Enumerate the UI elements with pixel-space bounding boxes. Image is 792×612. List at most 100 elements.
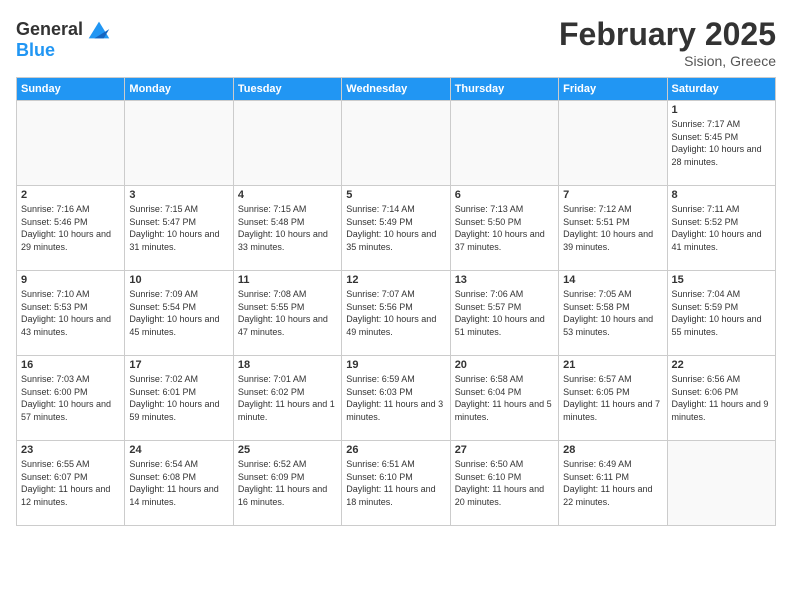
day-detail: Sunrise: 6:52 AM Sunset: 6:09 PM Dayligh… <box>238 458 337 508</box>
day-number: 5 <box>346 189 445 201</box>
day-detail: Sunrise: 6:55 AM Sunset: 6:07 PM Dayligh… <box>21 458 120 508</box>
calendar-cell: 10 Sunrise: 7:09 AM Sunset: 5:54 PM Dayli… <box>125 271 233 356</box>
calendar-cell: 15Sunrise: 7:04 AM Sunset: 5:59 PM Dayli… <box>667 271 775 356</box>
calendar-cell: 17 Sunrise: 7:02 AM Sunset: 6:01 PM Dayli… <box>125 356 233 441</box>
calendar-week-row: 2 Sunrise: 7:16 AM Sunset: 5:46 PM Daylig… <box>17 186 776 271</box>
day-number: 19 <box>346 359 445 371</box>
day-number: 8 <box>672 189 771 201</box>
logo-icon <box>85 16 113 44</box>
day-detail: Sunrise: 6:49 AM Sunset: 6:11 PM Dayligh… <box>563 458 662 508</box>
day-detail: Sunrise: 7:16 AM Sunset: 5:46 PM Dayligh… <box>21 203 120 253</box>
day-detail: Sunrise: 6:51 AM Sunset: 6:10 PM Dayligh… <box>346 458 445 508</box>
calendar: SundayMondayTuesdayWednesdayThursdayFrid… <box>16 77 776 526</box>
day-number: 3 <box>129 189 228 201</box>
day-detail: Sunrise: 7:15 AM Sunset: 5:48 PM Dayligh… <box>238 203 337 253</box>
day-detail: Sunrise: 7:17 AM Sunset: 5:45 PM Dayligh… <box>672 118 771 168</box>
calendar-cell: 23Sunrise: 6:55 AM Sunset: 6:07 PM Dayli… <box>17 441 125 526</box>
day-number: 1 <box>672 104 771 116</box>
day-detail: Sunrise: 7:02 AM Sunset: 6:01 PM Dayligh… <box>129 373 228 423</box>
calendar-cell: 11 Sunrise: 7:08 AM Sunset: 5:55 PM Dayli… <box>233 271 341 356</box>
calendar-cell: 19 Sunrise: 6:59 AM Sunset: 6:03 PM Dayli… <box>342 356 450 441</box>
calendar-cell <box>17 101 125 186</box>
calendar-cell: 2 Sunrise: 7:16 AM Sunset: 5:46 PM Daylig… <box>17 186 125 271</box>
day-detail: Sunrise: 7:08 AM Sunset: 5:55 PM Dayligh… <box>238 288 337 338</box>
calendar-cell <box>667 441 775 526</box>
column-header-friday: Friday <box>559 78 667 101</box>
calendar-cell: 26 Sunrise: 6:51 AM Sunset: 6:10 PM Dayli… <box>342 441 450 526</box>
day-number: 25 <box>238 444 337 456</box>
page-header: General Blue February 2025 Sision, Greec… <box>16 16 776 69</box>
calendar-cell: 1 Sunrise: 7:17 AM Sunset: 5:45 PM Daylig… <box>667 101 775 186</box>
calendar-cell: 21 Sunrise: 6:57 AM Sunset: 6:05 PM Dayli… <box>559 356 667 441</box>
day-number: 24 <box>129 444 228 456</box>
calendar-cell: 3 Sunrise: 7:15 AM Sunset: 5:47 PM Daylig… <box>125 186 233 271</box>
calendar-week-row: 9 Sunrise: 7:10 AM Sunset: 5:53 PM Daylig… <box>17 271 776 356</box>
calendar-cell <box>450 101 558 186</box>
calendar-cell: 24 Sunrise: 6:54 AM Sunset: 6:08 PM Dayli… <box>125 441 233 526</box>
day-detail: Sunrise: 7:01 AM Sunset: 6:02 PM Dayligh… <box>238 373 337 423</box>
day-detail: Sunrise: 7:12 AM Sunset: 5:51 PM Dayligh… <box>563 203 662 253</box>
day-number: 14 <box>563 274 662 286</box>
day-detail: Sunrise: 7:03 AM Sunset: 6:00 PM Dayligh… <box>21 373 120 423</box>
logo-text: General <box>16 20 83 40</box>
column-header-sunday: Sunday <box>17 78 125 101</box>
day-number: 17 <box>129 359 228 371</box>
column-header-thursday: Thursday <box>450 78 558 101</box>
day-detail: Sunrise: 6:56 AM Sunset: 6:06 PM Dayligh… <box>672 373 771 423</box>
day-number: 16 <box>21 359 120 371</box>
day-number: 28 <box>563 444 662 456</box>
day-number: 9 <box>21 274 120 286</box>
day-number: 20 <box>455 359 554 371</box>
calendar-cell: 9 Sunrise: 7:10 AM Sunset: 5:53 PM Daylig… <box>17 271 125 356</box>
calendar-cell: 12 Sunrise: 7:07 AM Sunset: 5:56 PM Dayli… <box>342 271 450 356</box>
calendar-cell <box>125 101 233 186</box>
day-detail: Sunrise: 7:15 AM Sunset: 5:47 PM Dayligh… <box>129 203 228 253</box>
day-detail: Sunrise: 7:09 AM Sunset: 5:54 PM Dayligh… <box>129 288 228 338</box>
day-detail: Sunrise: 7:14 AM Sunset: 5:49 PM Dayligh… <box>346 203 445 253</box>
day-number: 21 <box>563 359 662 371</box>
day-number: 6 <box>455 189 554 201</box>
day-detail: Sunrise: 6:57 AM Sunset: 6:05 PM Dayligh… <box>563 373 662 423</box>
month-title: February 2025 <box>559 16 776 53</box>
day-number: 27 <box>455 444 554 456</box>
day-number: 11 <box>238 274 337 286</box>
calendar-cell: 4 Sunrise: 7:15 AM Sunset: 5:48 PM Daylig… <box>233 186 341 271</box>
day-detail: Sunrise: 7:10 AM Sunset: 5:53 PM Dayligh… <box>21 288 120 338</box>
day-detail: Sunrise: 6:54 AM Sunset: 6:08 PM Dayligh… <box>129 458 228 508</box>
calendar-cell: 27 Sunrise: 6:50 AM Sunset: 6:10 PM Dayli… <box>450 441 558 526</box>
calendar-cell: 16 Sunrise: 7:03 AM Sunset: 6:00 PM Dayli… <box>17 356 125 441</box>
location: Sision, Greece <box>559 53 776 69</box>
column-header-monday: Monday <box>125 78 233 101</box>
calendar-cell: 25 Sunrise: 6:52 AM Sunset: 6:09 PM Dayli… <box>233 441 341 526</box>
day-number: 18 <box>238 359 337 371</box>
day-number: 15 <box>672 274 771 286</box>
column-header-tuesday: Tuesday <box>233 78 341 101</box>
day-number: 12 <box>346 274 445 286</box>
calendar-cell: 6Sunrise: 7:13 AM Sunset: 5:50 PM Daylig… <box>450 186 558 271</box>
day-detail: Sunrise: 7:05 AM Sunset: 5:58 PM Dayligh… <box>563 288 662 338</box>
day-number: 2 <box>21 189 120 201</box>
calendar-week-row: 1 Sunrise: 7:17 AM Sunset: 5:45 PM Daylig… <box>17 101 776 186</box>
title-block: February 2025 Sision, Greece <box>559 16 776 69</box>
day-detail: Sunrise: 7:06 AM Sunset: 5:57 PM Dayligh… <box>455 288 554 338</box>
calendar-cell: 20 Sunrise: 6:58 AM Sunset: 6:04 PM Dayli… <box>450 356 558 441</box>
calendar-cell: 18 Sunrise: 7:01 AM Sunset: 6:02 PM Dayli… <box>233 356 341 441</box>
calendar-cell: 22Sunrise: 6:56 AM Sunset: 6:06 PM Dayli… <box>667 356 775 441</box>
day-detail: Sunrise: 6:59 AM Sunset: 6:03 PM Dayligh… <box>346 373 445 423</box>
calendar-week-row: 23Sunrise: 6:55 AM Sunset: 6:07 PM Dayli… <box>17 441 776 526</box>
day-number: 10 <box>129 274 228 286</box>
day-detail: Sunrise: 6:58 AM Sunset: 6:04 PM Dayligh… <box>455 373 554 423</box>
day-number: 7 <box>563 189 662 201</box>
calendar-week-row: 16 Sunrise: 7:03 AM Sunset: 6:00 PM Dayli… <box>17 356 776 441</box>
calendar-cell: 28 Sunrise: 6:49 AM Sunset: 6:11 PM Dayli… <box>559 441 667 526</box>
column-header-saturday: Saturday <box>667 78 775 101</box>
column-header-wednesday: Wednesday <box>342 78 450 101</box>
day-number: 26 <box>346 444 445 456</box>
calendar-cell <box>559 101 667 186</box>
calendar-cell <box>342 101 450 186</box>
calendar-cell: 13Sunrise: 7:06 AM Sunset: 5:57 PM Dayli… <box>450 271 558 356</box>
day-detail: Sunrise: 7:11 AM Sunset: 5:52 PM Dayligh… <box>672 203 771 253</box>
day-detail: Sunrise: 7:07 AM Sunset: 5:56 PM Dayligh… <box>346 288 445 338</box>
day-detail: Sunrise: 6:50 AM Sunset: 6:10 PM Dayligh… <box>455 458 554 508</box>
day-number: 4 <box>238 189 337 201</box>
